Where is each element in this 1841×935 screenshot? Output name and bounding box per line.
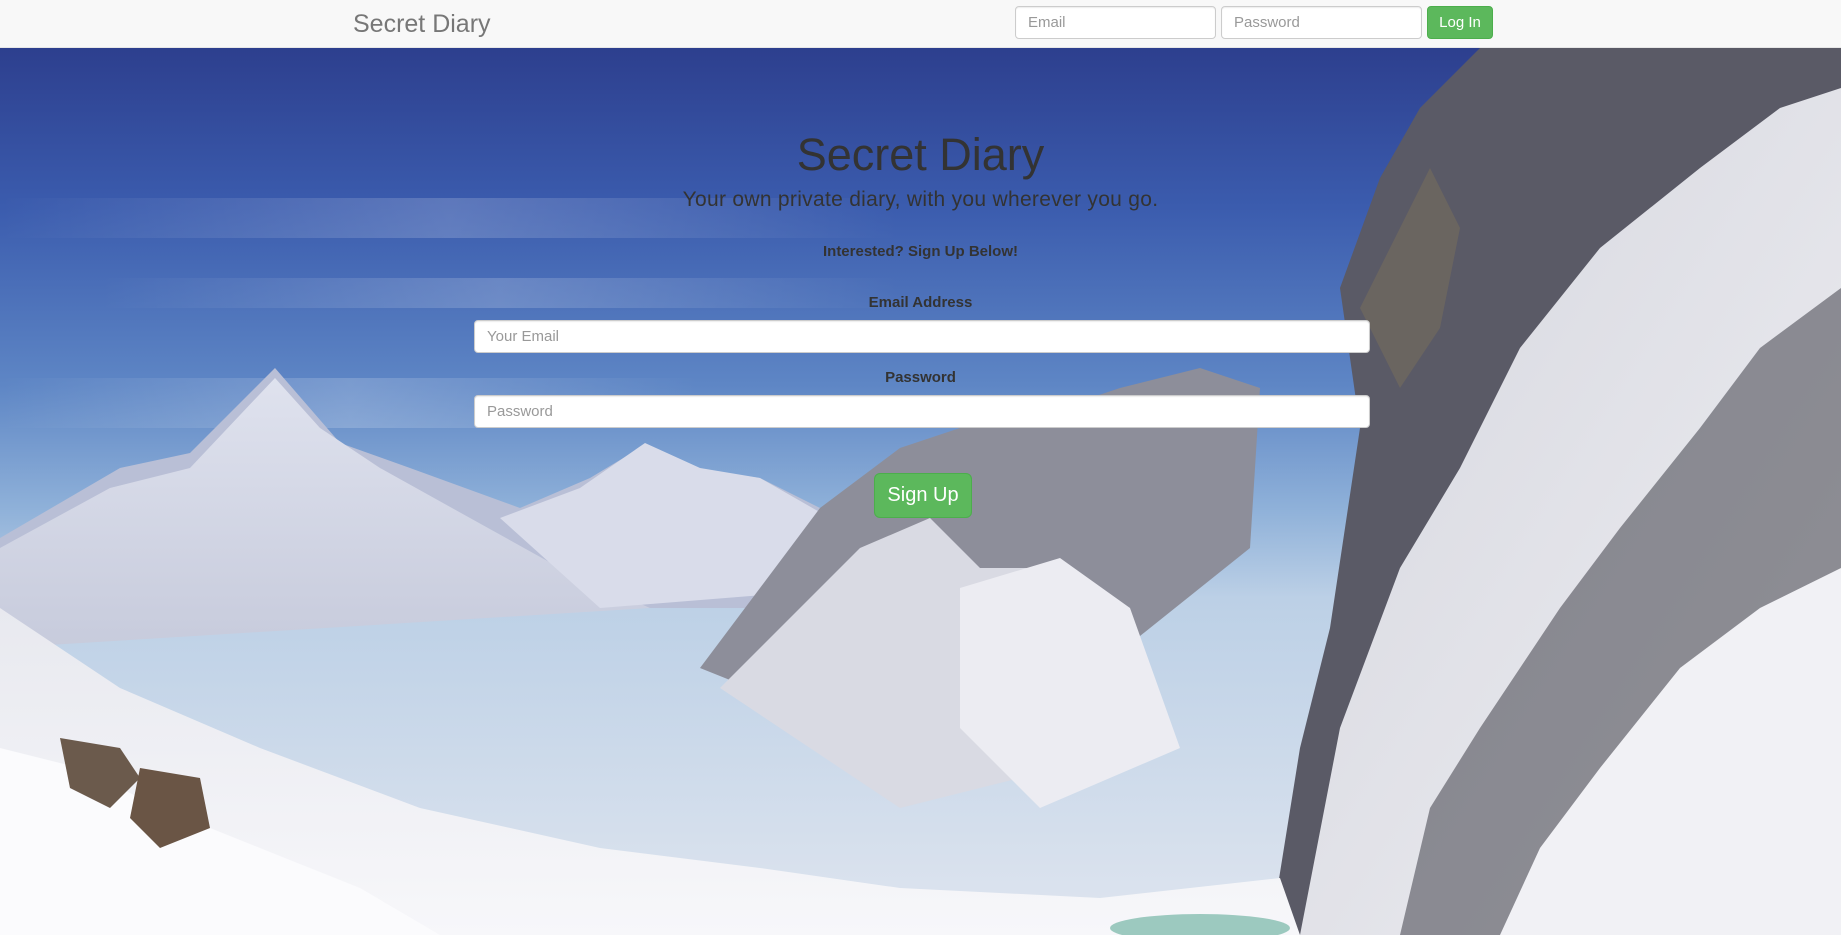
navbar: Secret Diary Log In	[0, 0, 1841, 48]
page-subtitle: Your own private diary, with you whereve…	[682, 188, 1159, 211]
signup-button[interactable]: Sign Up	[874, 473, 972, 518]
signup-section: Secret Diary Your own private diary, wit…	[0, 0, 1841, 935]
email-label: Email Address	[868, 294, 973, 311]
page-title: Secret Diary	[796, 129, 1045, 180]
signup-email-input[interactable]	[474, 320, 1370, 353]
signup-password-input[interactable]	[474, 395, 1370, 428]
login-button[interactable]: Log In	[1427, 6, 1493, 39]
password-label: Password	[885, 369, 956, 386]
login-password-input[interactable]	[1221, 6, 1422, 39]
navbar-brand[interactable]: Secret Diary	[353, 9, 491, 39]
signup-prompt: Interested? Sign Up Below!	[822, 243, 1018, 260]
login-email-input[interactable]	[1015, 6, 1216, 39]
